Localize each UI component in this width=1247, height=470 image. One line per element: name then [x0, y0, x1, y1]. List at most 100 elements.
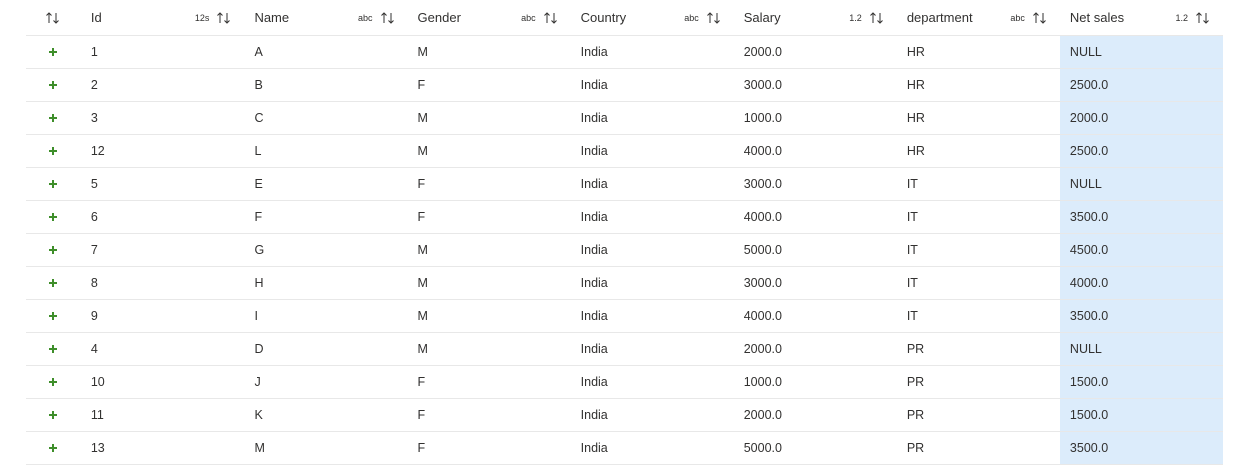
table-row[interactable]: 13 M F India 5000.0 PR 3500.0: [26, 432, 1224, 465]
cell-department[interactable]: HR: [897, 36, 1060, 68]
cell-gender[interactable]: M: [408, 36, 571, 68]
cell-country[interactable]: India: [571, 333, 734, 365]
cell-net_sales[interactable]: NULL: [1059, 168, 1224, 200]
cell-id[interactable]: 7: [81, 234, 245, 266]
cell-net_sales[interactable]: NULL: [1059, 333, 1224, 365]
cell-id[interactable]: 11: [81, 399, 245, 431]
cell-id[interactable]: 10: [81, 366, 245, 398]
cell-department[interactable]: IT: [897, 201, 1060, 233]
cell-net_sales[interactable]: 1500.0: [1059, 399, 1224, 431]
cell-net_sales[interactable]: 3500.0: [1059, 300, 1224, 332]
cell-name[interactable]: J: [244, 366, 407, 398]
cell-country[interactable]: India: [571, 69, 734, 101]
cell-net_sales[interactable]: NULL: [1059, 36, 1224, 68]
cell-department[interactable]: PR: [897, 399, 1060, 431]
cell-department[interactable]: HR: [897, 135, 1060, 167]
column-header-country[interactable]: Country abc: [571, 0, 734, 35]
cell-id[interactable]: 4: [81, 333, 245, 365]
table-row[interactable]: 5 E F India 3000.0 IT NULL: [26, 168, 1224, 201]
column-header-department[interactable]: department abc: [897, 0, 1060, 35]
cell-net_sales[interactable]: 2000.0: [1059, 102, 1224, 134]
cell-name[interactable]: G: [244, 234, 407, 266]
table-row[interactable]: 10 J F India 1000.0 PR 1500.0: [26, 366, 1224, 399]
cell-id[interactable]: 13: [81, 432, 245, 464]
cell-department[interactable]: IT: [897, 300, 1060, 332]
cell-department[interactable]: IT: [897, 267, 1060, 299]
cell-name[interactable]: F: [244, 201, 407, 233]
cell-id[interactable]: 9: [81, 300, 245, 332]
cell-net_sales[interactable]: 3500.0: [1059, 201, 1224, 233]
cell-country[interactable]: India: [571, 201, 734, 233]
cell-id[interactable]: 8: [81, 267, 245, 299]
cell-name[interactable]: K: [244, 399, 407, 431]
cell-name[interactable]: C: [244, 102, 407, 134]
sort-arrows-icon[interactable]: [869, 11, 885, 25]
cell-department[interactable]: IT: [897, 168, 1060, 200]
cell-name[interactable]: B: [244, 69, 407, 101]
table-row[interactable]: 2 B F India 3000.0 HR 2500.0: [26, 69, 1224, 102]
cell-net_sales[interactable]: 4000.0: [1059, 267, 1224, 299]
cell-gender[interactable]: M: [408, 135, 571, 167]
cell-id[interactable]: 12: [81, 135, 245, 167]
cell-gender[interactable]: M: [408, 333, 571, 365]
cell-name[interactable]: I: [244, 300, 407, 332]
cell-gender[interactable]: F: [408, 201, 571, 233]
cell-country[interactable]: India: [571, 432, 734, 464]
cell-net_sales[interactable]: 3500.0: [1059, 432, 1224, 464]
table-row[interactable]: 9 I M India 4000.0 IT 3500.0: [26, 300, 1224, 333]
cell-net_sales[interactable]: 2500.0: [1059, 135, 1224, 167]
cell-id[interactable]: 5: [81, 168, 245, 200]
cell-salary[interactable]: 1000.0: [734, 366, 897, 398]
cell-country[interactable]: India: [571, 36, 734, 68]
cell-net_sales[interactable]: 4500.0: [1059, 234, 1224, 266]
table-row[interactable]: 3 C M India 1000.0 HR 2000.0: [26, 102, 1224, 135]
sort-arrows-icon[interactable]: [216, 11, 232, 25]
cell-department[interactable]: PR: [897, 366, 1060, 398]
table-row[interactable]: 4 D M India 2000.0 PR NULL: [26, 333, 1224, 366]
cell-salary[interactable]: 3000.0: [734, 168, 897, 200]
cell-country[interactable]: India: [571, 135, 734, 167]
cell-name[interactable]: A: [244, 36, 407, 68]
sort-arrows-icon[interactable]: [1032, 11, 1048, 25]
cell-name[interactable]: M: [244, 432, 407, 464]
cell-country[interactable]: India: [571, 102, 734, 134]
cell-country[interactable]: India: [571, 168, 734, 200]
cell-salary[interactable]: 3000.0: [734, 69, 897, 101]
row-sort-header[interactable]: [26, 0, 81, 35]
cell-country[interactable]: India: [571, 267, 734, 299]
sort-arrows-icon[interactable]: [543, 11, 559, 25]
cell-net_sales[interactable]: 2500.0: [1059, 69, 1224, 101]
cell-gender[interactable]: F: [408, 399, 571, 431]
cell-id[interactable]: 2: [81, 69, 245, 101]
column-header-net_sales[interactable]: Net sales 1.2: [1060, 0, 1223, 35]
cell-gender[interactable]: M: [408, 300, 571, 332]
cell-name[interactable]: L: [244, 135, 407, 167]
table-row[interactable]: 8 H M India 3000.0 IT 4000.0: [26, 267, 1224, 300]
cell-salary[interactable]: 2000.0: [734, 399, 897, 431]
sort-arrows-icon[interactable]: [380, 11, 396, 25]
cell-salary[interactable]: 4000.0: [734, 201, 897, 233]
cell-id[interactable]: 1: [81, 36, 245, 68]
cell-salary[interactable]: 1000.0: [734, 102, 897, 134]
cell-salary[interactable]: 3000.0: [734, 267, 897, 299]
cell-gender[interactable]: M: [408, 234, 571, 266]
cell-name[interactable]: H: [244, 267, 407, 299]
table-row[interactable]: 12 L M India 4000.0 HR 2500.0: [26, 135, 1224, 168]
cell-country[interactable]: India: [571, 366, 734, 398]
cell-gender[interactable]: F: [408, 69, 571, 101]
sort-arrows-icon[interactable]: [706, 11, 722, 25]
table-row[interactable]: 1 A M India 2000.0 HR NULL: [26, 36, 1224, 69]
cell-id[interactable]: 3: [81, 102, 245, 134]
cell-gender[interactable]: M: [408, 102, 571, 134]
cell-gender[interactable]: F: [408, 168, 571, 200]
cell-department[interactable]: HR: [897, 102, 1060, 134]
sort-arrows-icon[interactable]: [1195, 11, 1211, 25]
cell-country[interactable]: India: [571, 300, 734, 332]
cell-id[interactable]: 6: [81, 201, 245, 233]
table-row[interactable]: 11 K F India 2000.0 PR 1500.0: [26, 399, 1224, 432]
cell-salary[interactable]: 5000.0: [734, 234, 897, 266]
cell-country[interactable]: India: [571, 234, 734, 266]
cell-name[interactable]: E: [244, 168, 407, 200]
cell-salary[interactable]: 2000.0: [734, 36, 897, 68]
column-header-id[interactable]: Id 12s: [81, 0, 245, 35]
